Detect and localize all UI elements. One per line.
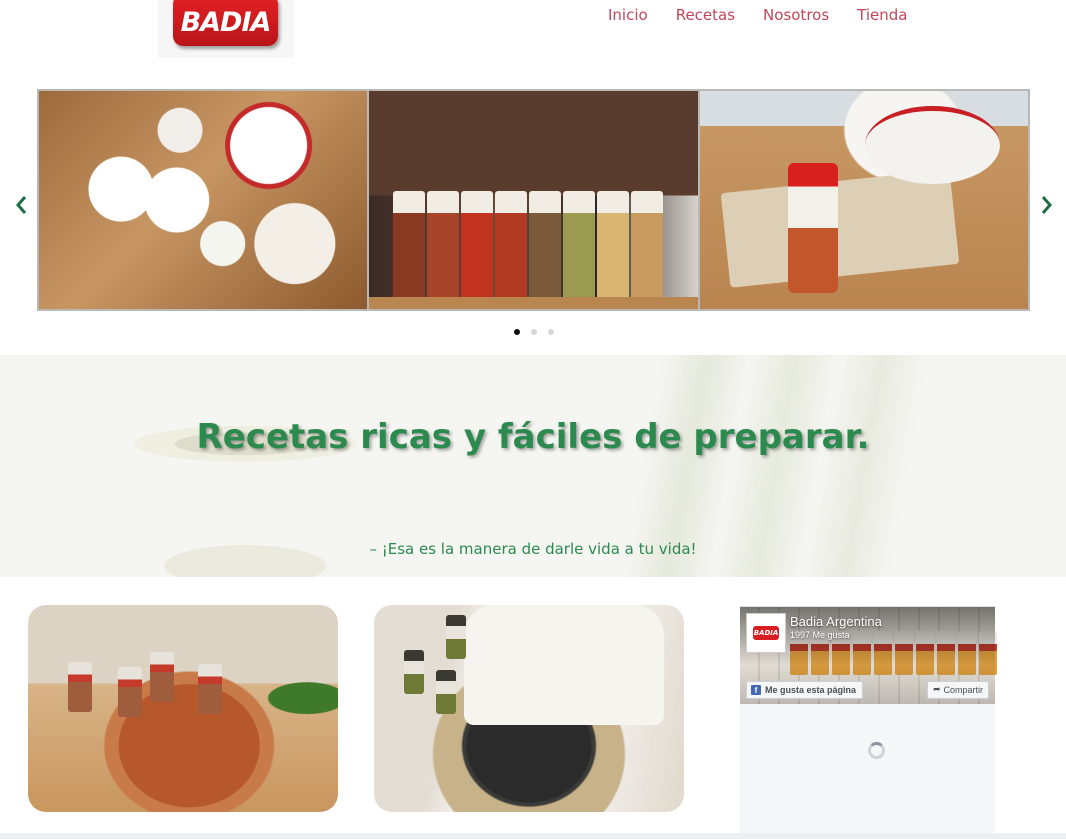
- facebook-likes-count: 1997 Me gusta: [790, 630, 850, 640]
- facebook-cover[interactable]: BADIA Badia Argentina 1997 Me gusta f Me…: [740, 607, 997, 704]
- slide-ingredients-photo[interactable]: [39, 91, 368, 309]
- hero-banner: Recetas ricas y fáciles de preparar. – ¡…: [0, 355, 1066, 577]
- image-carousel: [37, 89, 1030, 311]
- hero-subtitle: – ¡Esa es la manera de darle vida a tu v…: [369, 540, 697, 558]
- bowl: [864, 106, 1000, 184]
- facebook-share-label: Compartir: [943, 685, 983, 695]
- facebook-icon: f: [751, 685, 761, 695]
- carousel-dot-2[interactable]: [531, 329, 537, 335]
- facebook-avatar[interactable]: BADIA: [746, 613, 786, 653]
- recipe-card-stew[interactable]: [28, 605, 338, 812]
- carousel-dots: [514, 329, 554, 335]
- facebook-like-label: Me gusta esta página: [765, 685, 857, 695]
- recipe-card-pear[interactable]: [374, 605, 684, 812]
- logo[interactable]: BADIA: [158, 0, 294, 58]
- nav-recetas[interactable]: Recetas: [676, 5, 735, 25]
- counter: [369, 297, 698, 309]
- facebook-share-button[interactable]: ➦ Compartir: [926, 681, 989, 699]
- nav-inicio[interactable]: Inicio: [608, 5, 648, 25]
- facebook-page-widget: BADIA Badia Argentina 1997 Me gusta f Me…: [740, 606, 997, 839]
- chevron-right-icon[interactable]: [1037, 192, 1057, 218]
- logo-badge: BADIA: [173, 0, 278, 46]
- slide-chile-limon-photo[interactable]: [699, 91, 1028, 309]
- spice-jars: [393, 191, 664, 301]
- nav-tienda[interactable]: Tienda: [857, 5, 907, 25]
- carousel-dot-3[interactable]: [548, 329, 554, 335]
- nav-nosotros[interactable]: Nosotros: [763, 5, 829, 25]
- footer-strip: [0, 833, 1066, 839]
- hero-title: Recetas ricas y fáciles de preparar.: [196, 417, 870, 457]
- logo-text: BADIA: [180, 6, 272, 38]
- share-arrow-icon: ➦: [932, 685, 941, 695]
- slide-spice-jars-photo[interactable]: [369, 91, 698, 309]
- avatar-logo: BADIA: [753, 626, 779, 640]
- carousel-dot-1[interactable]: [514, 329, 520, 335]
- spice-jar: [787, 163, 838, 293]
- burlap-mat: [720, 169, 959, 288]
- chef-shirt: [464, 605, 664, 725]
- facebook-page-name[interactable]: Badia Argentina: [790, 614, 882, 629]
- spinner-icon: [868, 742, 885, 759]
- chevron-left-icon[interactable]: [11, 192, 31, 218]
- facebook-like-button[interactable]: f Me gusta esta página: [746, 681, 864, 699]
- main-nav: Inicio Recetas Nosotros Tienda: [608, 5, 935, 25]
